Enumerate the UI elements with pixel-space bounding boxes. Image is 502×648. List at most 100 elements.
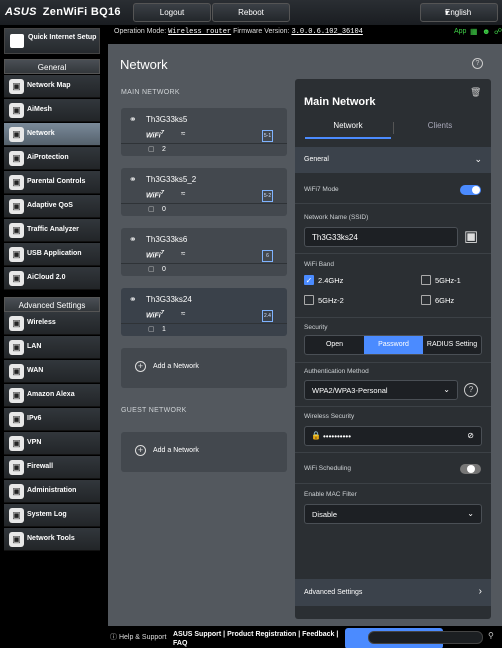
sidebar-item-traffic-analyzer[interactable]: ▣ Traffic Analyzer: [4, 219, 100, 242]
wifi-scheduling-toggle[interactable]: [460, 464, 481, 474]
sidebar-item-label: Parental Controls: [27, 178, 86, 185]
trash-icon[interactable]: 🗑: [470, 87, 481, 98]
sidebar-item-system-log[interactable]: ▣ System Log: [4, 504, 100, 527]
network-card[interactable]: ⚭ Th3G33ks6 WiFi7 ≈6 ▢ 0: [121, 228, 287, 276]
security-segmented-control: Open Password RADIUS Setting: [304, 335, 482, 355]
sidebar-item-amazon-alexa[interactable]: ▣ Amazon Alexa: [4, 384, 100, 407]
app-qr-icon[interactable]: ▦: [470, 27, 478, 36]
security-radius-option[interactable]: RADIUS Setting: [423, 336, 481, 354]
network-map-icon: ▣: [9, 79, 24, 94]
sidebar-item-network-map[interactable]: ▣ Network Map: [4, 75, 100, 98]
firewall-icon: ▣: [9, 460, 24, 475]
alexa-icon: ▣: [9, 388, 24, 403]
usb-icon: ▣: [9, 247, 24, 262]
sidebar-item-adaptive-qos[interactable]: ▣ Adaptive QoS: [4, 195, 100, 218]
sidebar-item-administration[interactable]: ▣ Administration: [4, 480, 100, 503]
sidebar-item-network[interactable]: ▣ Network: [4, 123, 100, 146]
security-label: Security: [304, 324, 328, 331]
network-card[interactable]: ⚭ Th3G33ks5 WiFi7 ≈5-1 ▢ 2: [121, 108, 287, 156]
band-2-4ghz-label: 2.4GHz: [318, 276, 344, 285]
add-network-button[interactable]: + Add a Network: [121, 348, 287, 388]
mac-filter-label: Enable MAC Filter: [304, 491, 357, 498]
tab-clients[interactable]: Clients: [397, 121, 483, 139]
ssid-icon: ⚭: [129, 294, 137, 304]
security-password-option[interactable]: Password: [364, 336, 423, 354]
language-select[interactable]: English ▾: [420, 3, 498, 22]
wifi7-badge-label: WiFi: [146, 192, 161, 200]
card-divider: [121, 203, 287, 204]
setup-icon: [10, 34, 24, 48]
sidebar-item-wan[interactable]: ▣ WAN: [4, 360, 100, 383]
auth-method-select[interactable]: WPA2/WPA3-Personal ⌄: [304, 380, 458, 400]
main-panel: Network ? MAIN NETWORK ⚭ Th3G33ks5 WiFi7 ≈5…: [108, 44, 502, 648]
sidebar-item-usb-application[interactable]: ▣ USB Application: [4, 243, 100, 266]
mac-filter-select[interactable]: Disable ⌄: [304, 504, 482, 524]
general-section-header: General: [4, 59, 100, 74]
device-icon: ▢: [148, 146, 155, 153]
sidebar-item-ipv6[interactable]: ▣ IPv6: [4, 408, 100, 431]
chevron-down-icon: ⌄: [474, 154, 482, 164]
logout-button[interactable]: Logout: [133, 3, 211, 22]
band-badge: 2.4: [262, 310, 273, 322]
user-icon[interactable]: ☻: [482, 27, 490, 36]
qr-code-icon[interactable]: ▣: [464, 228, 482, 246]
auth-method-label: Authentication Method: [304, 368, 369, 375]
general-section-toggle[interactable]: General ⌄: [295, 147, 491, 173]
band-5ghz-2-checkbox[interactable]: [304, 295, 314, 305]
cloud-icon: ▣: [9, 271, 24, 286]
app-link[interactable]: App: [454, 28, 466, 35]
sidebar-item-network-tools[interactable]: ▣ Network Tools: [4, 528, 100, 551]
add-guest-network-button[interactable]: + Add a Network: [121, 432, 287, 472]
client-count: 2: [162, 146, 166, 153]
auth-help-icon[interactable]: ?: [464, 383, 478, 397]
traffic-icon: ▣: [9, 223, 24, 238]
advanced-settings-row[interactable]: Advanced Settings ›: [295, 579, 491, 606]
mode-value-link[interactable]: Wireless router: [168, 28, 231, 36]
divider: [295, 253, 491, 254]
reboot-button[interactable]: Reboot: [212, 3, 290, 22]
help-support-link[interactable]: ⓘ Help & Support: [110, 632, 166, 642]
qos-icon: ▣: [9, 199, 24, 214]
card-divider: [121, 323, 287, 324]
security-open-option[interactable]: Open: [305, 336, 364, 354]
advanced-settings-label: Advanced Settings: [304, 589, 363, 596]
band-2-4ghz-checkbox[interactable]: ✓: [304, 275, 314, 285]
network-card[interactable]: ⚭ Th3G33ks24 WiFi7 ≈2.4 ▢ 1: [121, 288, 287, 336]
sidebar-item-wireless[interactable]: ▣ Wireless: [4, 312, 100, 335]
sidebar-item-aiprotection[interactable]: ▣ AiProtection: [4, 147, 100, 170]
help-icon[interactable]: ?: [472, 58, 483, 69]
sidebar-item-parental-controls[interactable]: ▣ Parental Controls: [4, 171, 100, 194]
band-5ghz-1-label: 5GHz-1: [435, 276, 461, 285]
sidebar-item-vpn[interactable]: ▣ VPN: [4, 432, 100, 455]
band-5ghz-1-checkbox[interactable]: [421, 275, 431, 285]
sidebar-item-label: AiProtection: [27, 154, 69, 161]
tab-network[interactable]: Network: [305, 121, 391, 139]
usb-status-icon[interactable]: ☍: [494, 27, 502, 36]
band-6ghz-checkbox[interactable]: [421, 295, 431, 305]
footer-links[interactable]: ASUS Support | Product Registration | Fe…: [173, 630, 343, 648]
quick-internet-setup-button[interactable]: Quick Internet Setup: [4, 28, 100, 54]
advanced-section-header: Advanced Settings: [4, 297, 100, 312]
ssid-input[interactable]: Th3G33ks24: [304, 227, 458, 247]
footer-search-input[interactable]: [368, 631, 483, 644]
mode-label: Operation Mode:: [114, 28, 167, 35]
sidebar-item-firewall[interactable]: ▣ Firewall: [4, 456, 100, 479]
wireless-security-input[interactable]: 🔒 •••••••••• ⊘: [304, 426, 482, 446]
footer: ⓘ Help & Support ASUS Support | Product …: [108, 628, 502, 648]
network-card[interactable]: ⚭ Th3G33ks5_2 WiFi7 ≈5-2 ▢ 0: [121, 168, 287, 216]
device-icon: ▢: [148, 326, 155, 333]
sidebar-item-label: Network Tools: [27, 535, 75, 542]
wireless-security-label: Wireless Security: [304, 413, 355, 420]
wifi7-mode-toggle[interactable]: [460, 185, 481, 195]
chevron-down-icon: ⌄: [467, 509, 474, 518]
sidebar-item-lan[interactable]: ▣ LAN: [4, 336, 100, 359]
divider: [295, 452, 491, 453]
ssid-label: Network Name (SSID): [304, 214, 369, 221]
search-icon[interactable]: ⚲: [488, 631, 494, 640]
sidebar-item-aimesh[interactable]: ▣ AiMesh: [4, 99, 100, 122]
band-badge: 5-2: [262, 190, 273, 202]
eye-slash-icon[interactable]: ⊘: [467, 431, 474, 440]
fw-value-link[interactable]: 3.0.0.6.102_36104: [291, 28, 362, 36]
sidebar-item-aicloud-2-0[interactable]: ▣ AiCloud 2.0: [4, 267, 100, 290]
sidebar-item-label: WAN: [27, 367, 44, 374]
